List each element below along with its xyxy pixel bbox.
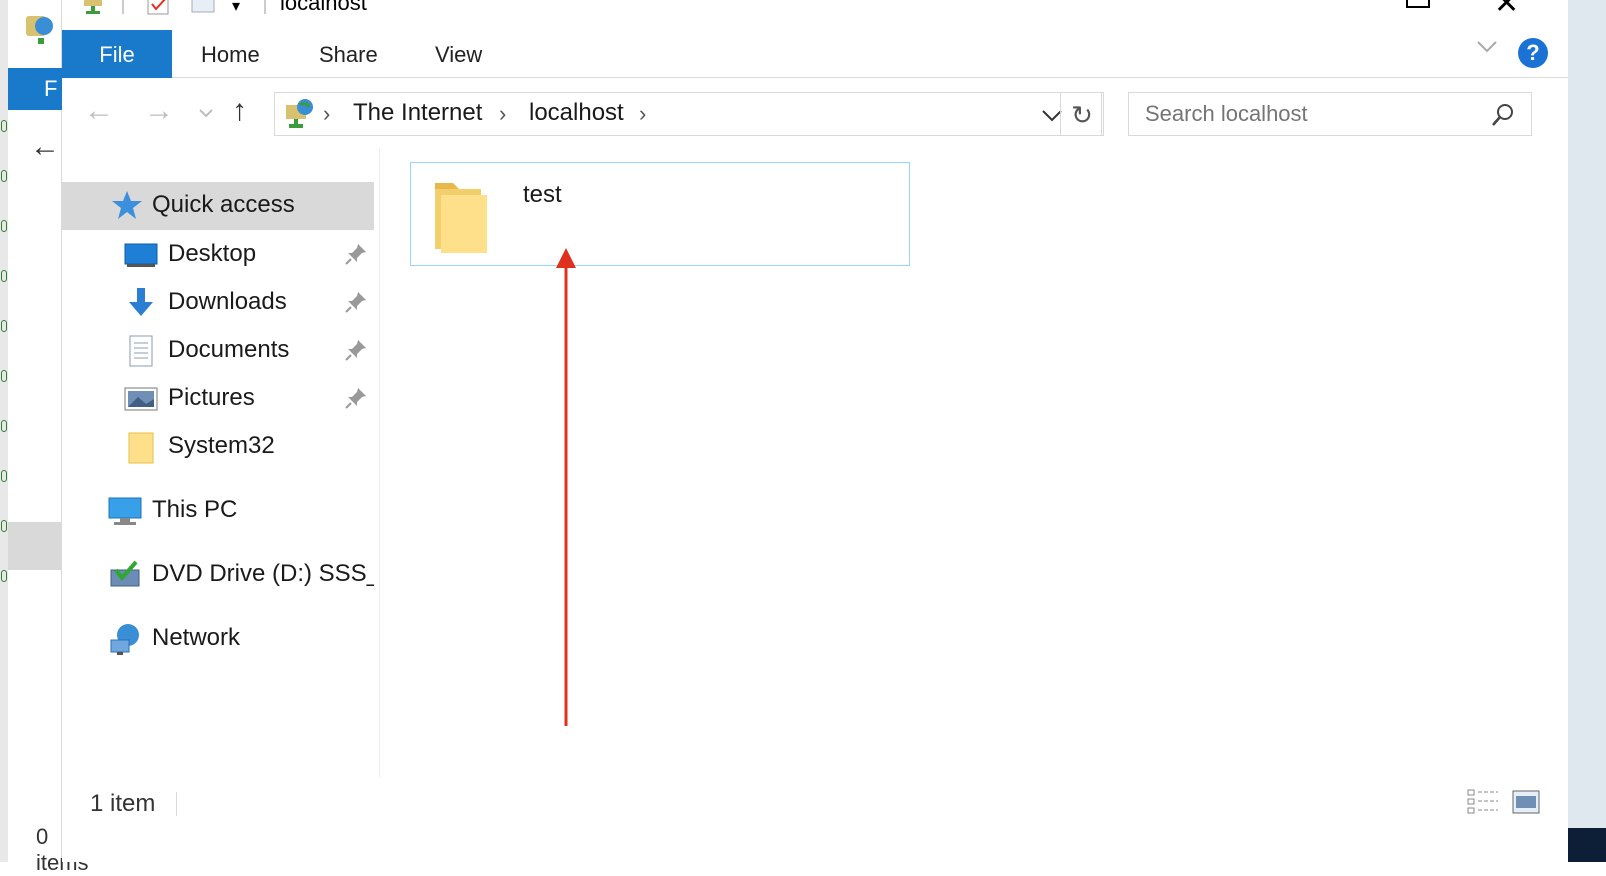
background-back-icon[interactable]: ←: [30, 130, 60, 164]
desktop-background: [1568, 0, 1606, 862]
network-icon: [110, 624, 139, 655]
sidebar-item-system32[interactable]: System32: [62, 424, 374, 470]
ribbon-tabs: File Home Share View ?: [62, 30, 1568, 78]
pin-icon[interactable]: [344, 242, 368, 266]
sidebar-item-label: System32: [168, 432, 275, 459]
sidebar-item-label: Network: [152, 624, 241, 651]
breadcrumb-localhost[interactable]: localhost: [529, 99, 624, 127]
sidebar-item-label: This PC: [152, 496, 238, 523]
background-window-edge: [0, 0, 8, 862]
sidebar-item-downloads[interactable]: Downloads: [62, 280, 374, 326]
breadcrumb-the-internet[interactable]: The Internet: [353, 99, 482, 127]
close-icon[interactable]: ✕: [1494, 0, 1519, 21]
help-icon[interactable]: ?: [1518, 38, 1548, 68]
window-title: localhost: [280, 0, 367, 15]
sidebar-item-label: Documents: [168, 336, 290, 363]
downloads-icon: [129, 288, 153, 316]
breadcrumb-separator-icon[interactable]: ›: [499, 101, 506, 127]
sidebar-item-quick-access[interactable]: Quick access: [62, 182, 374, 230]
pin-icon[interactable]: [344, 290, 368, 314]
forward-icon[interactable]: →: [144, 94, 174, 128]
sidebar-item-this-pc[interactable]: This PC: [62, 488, 374, 534]
folder-name[interactable]: test: [523, 181, 562, 209]
large-icons-view-icon[interactable]: [1512, 790, 1540, 814]
sidebar-item-documents[interactable]: Documents: [62, 328, 374, 374]
maximize-icon[interactable]: [1406, 0, 1430, 8]
recent-locations-icon[interactable]: [198, 108, 214, 118]
folder-icon: [128, 432, 154, 464]
properties-icon[interactable]: [146, 0, 172, 18]
file-explorer-window: ▾ localhost ✕ File Home Share View ? ← →…: [62, 0, 1568, 862]
sidebar-item-label: Desktop: [168, 240, 257, 267]
tab-view[interactable]: View: [435, 30, 482, 78]
network-location-icon: [26, 16, 53, 44]
documents-icon: [129, 335, 153, 367]
address-bar[interactable]: › The Internet › localhost ›: [274, 92, 1102, 136]
tab-file[interactable]: File: [62, 30, 172, 78]
tab-share[interactable]: Share: [319, 30, 378, 78]
status-bar: 1 item: [62, 778, 1568, 828]
folder-item-test[interactable]: test: [410, 162, 910, 266]
dvd-drive-icon: [110, 560, 140, 587]
star-icon: [112, 191, 142, 219]
new-folder-icon[interactable]: [190, 0, 216, 16]
folder-icon: [435, 183, 487, 253]
back-icon[interactable]: ←: [84, 94, 114, 128]
search-box[interactable]: [1128, 92, 1532, 136]
network-location-icon: [84, 0, 102, 14]
navigation-bar: ← → ↑ › The Internet › localhost › ↻: [62, 78, 1568, 148]
refresh-icon[interactable]: ↻: [1060, 92, 1104, 136]
sidebar-item-desktop[interactable]: Desktop: [62, 232, 374, 278]
desktop-icon: [124, 243, 158, 267]
search-icon[interactable]: [1489, 101, 1517, 129]
sidebar-item-label: Downloads: [168, 288, 287, 315]
sidebar-item-dvd-drive[interactable]: DVD Drive (D:) SSS_X6: [62, 552, 374, 598]
sidebar-item-network[interactable]: Network: [62, 616, 374, 662]
title-bar: ▾ localhost ✕: [62, 0, 1568, 30]
search-input[interactable]: [1129, 93, 1479, 135]
sidebar-item-label: Pictures: [168, 384, 255, 411]
pin-icon[interactable]: [344, 338, 368, 362]
annotation-arrow-icon: [556, 248, 576, 726]
pin-icon[interactable]: [344, 386, 368, 410]
pictures-icon: [124, 387, 158, 411]
tab-home[interactable]: Home: [201, 30, 260, 78]
chevron-down-icon[interactable]: [1476, 40, 1498, 54]
up-icon[interactable]: ↑: [232, 94, 247, 128]
customize-quick-access-icon[interactable]: ▾: [232, 0, 240, 16]
breadcrumb-separator-icon[interactable]: ›: [639, 101, 646, 127]
background-selected-item: [8, 522, 62, 570]
network-location-icon: [286, 99, 313, 128]
sidebar-item-pictures[interactable]: Pictures: [62, 376, 374, 422]
status-divider: [176, 792, 177, 816]
sidebar-item-label: DVD Drive (D:) SSS_X6: [152, 560, 374, 587]
computer-icon: [108, 497, 142, 525]
file-list: test: [380, 148, 1568, 778]
details-view-icon[interactable]: [1466, 788, 1500, 816]
navigation-pane: Quick access Desktop Downloads Documents: [62, 148, 380, 778]
background-file-tab[interactable]: F: [8, 68, 62, 110]
sidebar-item-label: Quick access: [152, 191, 295, 218]
item-count: 1 item: [90, 790, 156, 817]
breadcrumb-separator-icon[interactable]: ›: [323, 101, 330, 127]
background-explorer-window: F ← 0 items: [0, 0, 89, 875]
